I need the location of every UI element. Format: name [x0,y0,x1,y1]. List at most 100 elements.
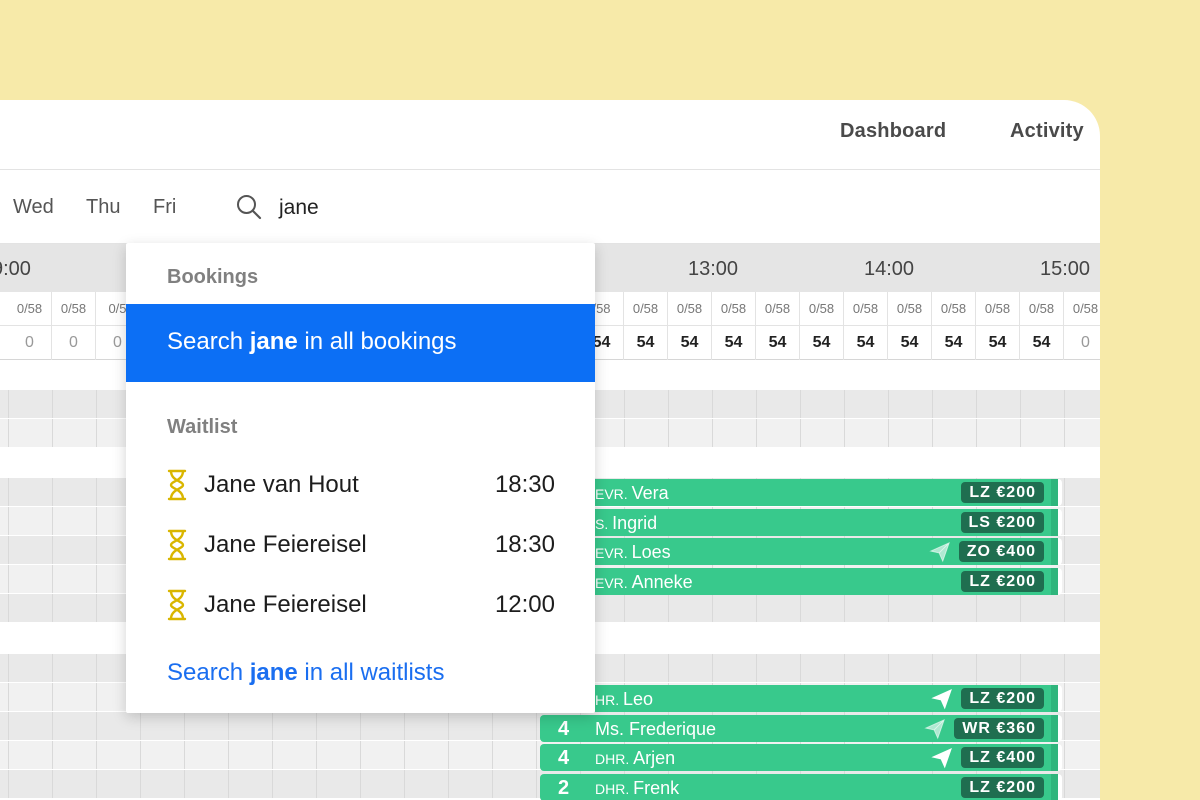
grid-line [1020,594,1021,622]
booking-bar[interactable]: EVR. Loes ZO €400 [540,538,1062,565]
day-selector-bar: Wed Thu Fri jane [0,170,1100,244]
grid-line [8,741,9,769]
link-suffix: in all waitlists [297,659,445,686]
search-results-dropdown: Bookings Search jane in all bookings Wai… [126,243,595,713]
grid-line [1064,565,1065,593]
table-price-tag: LZ €200 [961,688,1044,709]
grid-line [932,654,933,682]
count-cell: 54 [712,326,756,360]
booking-bar[interactable]: EVR. Anneke LZ €200 [540,567,1062,595]
day-thu[interactable]: Thu [86,196,120,219]
grid-line [976,419,977,447]
grid-line [140,712,141,740]
search-input[interactable]: jane [279,196,319,220]
grid-line [800,419,801,447]
grid-line [536,712,537,740]
party-size: 2 [558,776,570,799]
grid-line [624,654,625,682]
grid-line [448,712,449,740]
grid-line [184,770,185,798]
count-cell: 0 [8,326,52,360]
ratio-cell: 0/58 [624,292,668,326]
table-price-tag: LS €200 [960,511,1044,533]
grid-line [712,419,713,447]
search-term: jane [249,659,298,686]
grid-line [8,419,9,447]
ratio-cell: 0/58 [976,292,1020,326]
waitlist-item[interactable]: Jane Feiereisel 18:30 [167,525,555,565]
grid-line [888,594,889,622]
booking-bar[interactable]: HR. Leo LZ €200 [540,685,1062,712]
grid-line [624,419,625,447]
grid-line [1064,770,1065,798]
waitlist-item[interactable]: Jane Feiereisel 12:00 [167,585,555,625]
option-prefix: Search [167,328,250,355]
grid-line [844,654,845,682]
salutation: DHR. [595,751,634,767]
grid-line [404,712,405,740]
count-cell: 54 [932,326,976,360]
search-all-waitlists-link[interactable]: Search jane in all waitlists [167,659,444,687]
party-size: 4 [558,717,570,740]
grid-line [8,594,9,622]
ratio-cell: 0/58 [800,292,844,326]
booking-bar[interactable]: 4 DHR. Arjen LZ €400 [540,744,1062,771]
guest-name: S. Ingrid [595,512,658,533]
grid-line [272,712,273,740]
grid-line [360,712,361,740]
grid-line [52,712,53,740]
grid-line [1064,654,1065,682]
search-all-bookings-option[interactable]: Search jane in all bookings [126,304,595,382]
guest-name: EVR. Vera [595,483,669,503]
ratio-cell: 0/58 [888,292,932,326]
waitlist-time: 18:30 [494,471,555,498]
day-wed[interactable]: Wed [13,196,54,219]
grid-line [492,712,493,740]
grid-line [668,594,669,622]
grid-line [52,478,53,506]
grid-line [844,594,845,622]
booking-bar[interactable]: EVR. Vera LZ €200 [540,479,1062,506]
hour-label: 14:00 [864,258,915,280]
sent-icon [931,747,953,769]
table-price-tag: WR €360 [954,717,1044,739]
guest-name: Ms. Frederique [595,718,717,739]
ratio-cell: 0/58 [668,292,712,326]
nav-activity[interactable]: Activity [1010,120,1084,143]
grid-line [228,712,229,740]
nav-dashboard[interactable]: Dashboard [840,120,946,143]
grid-line [800,654,801,682]
grid-line [8,565,9,593]
grid-line [52,536,53,564]
booking-bar[interactable]: 2 DHR. Frenk LZ €200 [540,773,1062,800]
grid-line [888,654,889,682]
grid-line [668,390,669,418]
grid-line [976,390,977,418]
sent-icon [924,718,946,740]
count-cell: 54 [800,326,844,360]
grid-line [8,654,9,682]
grid-line [52,507,53,535]
search-icon[interactable] [236,194,262,220]
salutation: S. [595,515,613,532]
grid-line [52,683,53,711]
ratio-cell: 0/58 [1020,292,1064,326]
waitlist-item[interactable]: Jane van Hout 18:30 [167,465,555,505]
grid-line [448,770,449,798]
grid-line [756,390,757,418]
grid-line [932,419,933,447]
grid-line [8,770,9,798]
day-fri[interactable]: Fri [153,196,176,219]
grid-line [52,654,53,682]
booking-bar[interactable]: 4 Ms. Frederique WR €360 [540,714,1062,742]
grid-line [184,741,185,769]
booking-bar[interactable]: S. Ingrid LS €200 [540,508,1062,536]
grid-line [1020,654,1021,682]
guest-name: HR. Leo [595,689,654,709]
grid-line [1064,507,1065,535]
grid-line [800,390,801,418]
grid-line [96,478,97,506]
grid-line [96,390,97,418]
grid-line [8,683,9,711]
grid-line [272,741,273,769]
